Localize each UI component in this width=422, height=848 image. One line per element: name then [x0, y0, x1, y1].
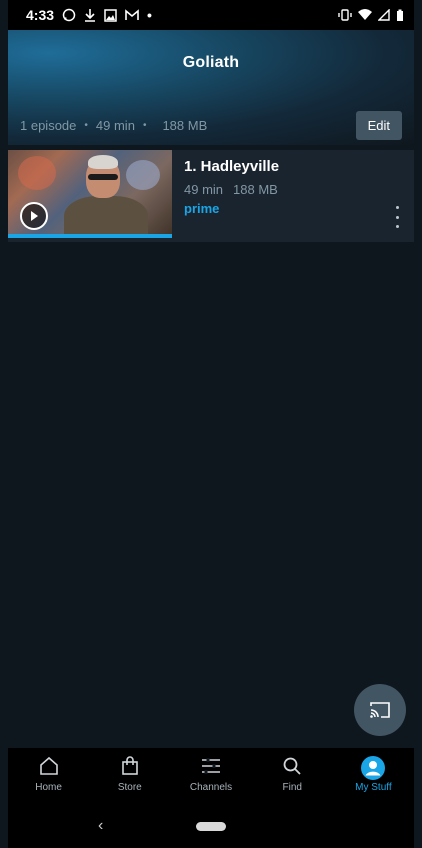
gallery-icon	[104, 8, 117, 22]
profile-icon	[361, 756, 386, 780]
notification-dot-icon: •	[147, 7, 152, 23]
episode-meta: 49 min 188 MB	[184, 182, 414, 197]
vibrate-icon	[338, 9, 352, 21]
system-navigation-bar: ‹	[8, 804, 414, 848]
header-area: Goliath 1 episode • 49 min • 188 MB Edit	[8, 30, 414, 145]
back-arrow-icon[interactable]: ‹	[98, 817, 103, 835]
battery-icon	[397, 9, 403, 21]
watch-progress-bar	[8, 234, 172, 238]
page-title: Goliath	[182, 54, 240, 71]
cast-icon	[370, 702, 390, 718]
kebab-dot-icon	[395, 215, 399, 219]
episode-thumbnail[interactable]	[8, 150, 172, 238]
wifi-icon	[358, 9, 372, 20]
home-pill-button[interactable]	[196, 821, 226, 831]
episode-size: 188 MB	[233, 182, 278, 197]
kebab-dot-icon	[395, 225, 399, 228]
kebab-dot-icon	[395, 206, 399, 209]
status-bar: 4:33 •	[8, 0, 414, 30]
nav-label: Find	[282, 782, 302, 793]
whatsapp-icon	[62, 8, 76, 22]
channels-icon	[202, 758, 220, 774]
nav-channels[interactable]: Channels	[170, 748, 251, 804]
play-icon	[31, 211, 38, 221]
download-summary: 1 episode • 49 min • 188 MB Edit	[20, 110, 402, 140]
signal-icon	[378, 9, 390, 21]
nav-home[interactable]: Home	[8, 748, 89, 804]
gmail-icon	[125, 9, 139, 20]
total-size: 188 MB	[162, 117, 208, 133]
more-options-button[interactable]	[392, 206, 402, 228]
app-screen: 4:33 • Goliath 1 episode • 49 min • 188 …	[8, 0, 414, 848]
prime-badge: prime	[184, 201, 220, 216]
episode-duration: 49 min	[184, 182, 224, 197]
separator-dot: •	[142, 119, 147, 131]
nav-label: Channels	[189, 782, 233, 793]
episode-row[interactable]: 1. Hadleyville 49 min 188 MB prime	[8, 150, 414, 242]
nav-find[interactable]: Find	[252, 748, 333, 804]
download-icon	[85, 9, 96, 22]
total-duration: 49 min	[95, 117, 135, 133]
episode-title: 1. Hadleyville	[184, 158, 280, 175]
nav-label: Home	[35, 782, 62, 793]
status-time: 4:33	[26, 7, 55, 23]
nav-store[interactable]: Store	[89, 748, 170, 804]
episode-count: 1 episode	[20, 117, 77, 133]
episode-info: 1. Hadleyville 49 min 188 MB prime	[172, 150, 414, 242]
separator-dot: •	[84, 119, 88, 131]
edit-button[interactable]: Edit	[355, 110, 402, 140]
search-icon	[283, 757, 301, 775]
cast-button[interactable]	[354, 684, 406, 736]
nav-label: My Stuff	[355, 782, 392, 793]
nav-label: Store	[117, 782, 142, 793]
home-icon	[39, 756, 58, 775]
bottom-navigation: Home Store Channels Find My Stuff	[8, 748, 414, 804]
nav-my-stuff[interactable]: My Stuff	[333, 748, 414, 804]
bag-icon	[121, 756, 138, 775]
play-button[interactable]	[20, 202, 48, 230]
